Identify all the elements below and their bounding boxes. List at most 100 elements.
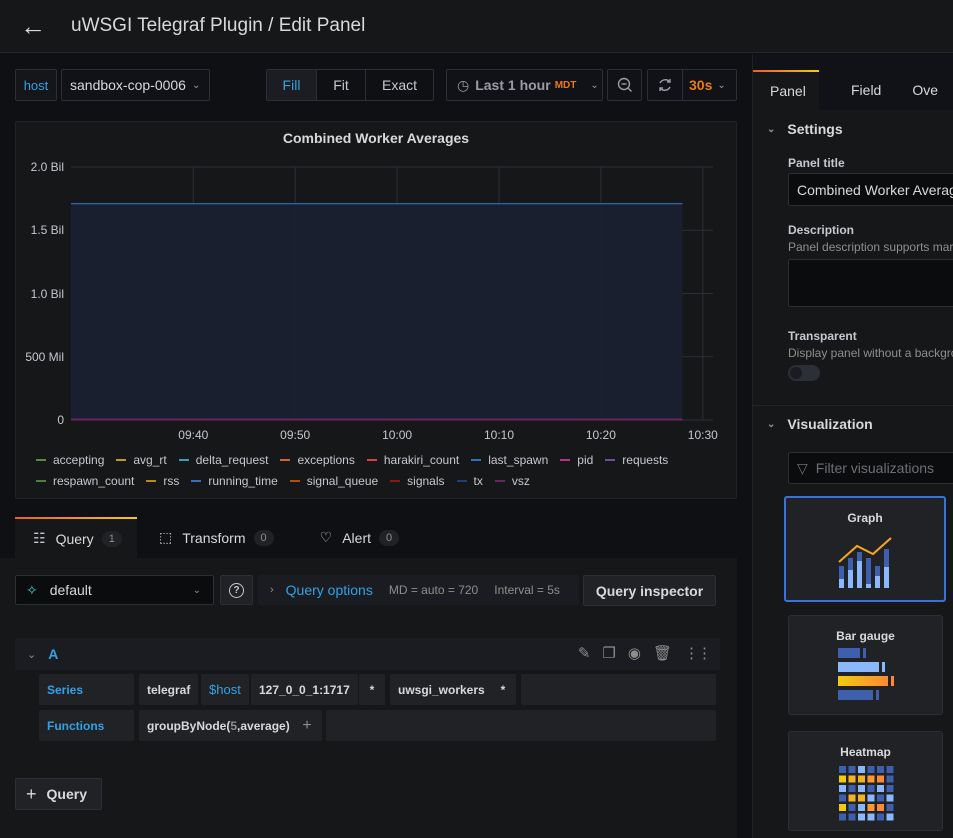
x-tick-label: 10:30 [687, 428, 718, 442]
filter-visualizations-input[interactable]: ▽ Filter visualizations [788, 452, 953, 484]
datasource-picker[interactable]: ✧ default ⌄ [15, 575, 214, 605]
legend-item-exceptions[interactable]: exceptions [280, 453, 355, 467]
chevron-down-icon: ⌄ [191, 79, 201, 91]
legend-label: running_time [208, 474, 278, 488]
description-textarea[interactable] [788, 259, 953, 307]
heatmap-cell [886, 785, 893, 792]
filter-placeholder: Filter visualizations [815, 460, 935, 476]
heatmap-cell [876, 813, 884, 821]
query-inspector-button[interactable]: Query inspector [583, 575, 716, 606]
variable-select[interactable]: sandbox-cop-0006 ⌄ [61, 69, 210, 101]
view-mode-fill[interactable]: Fill [267, 70, 317, 100]
heatmap-cell [867, 804, 874, 811]
legend-swatch [146, 480, 157, 482]
legend-label: requests [622, 453, 669, 467]
series-label: Series [39, 674, 134, 705]
legend-item-signals[interactable]: signals [390, 474, 445, 488]
function-rest: ,average) [237, 718, 290, 733]
series-segment[interactable]: uwsgi_workers [390, 674, 493, 705]
settings-section-header[interactable]: ⌄ Settings [767, 121, 843, 137]
legend-item-signal_queue[interactable]: signal_queue [289, 474, 379, 488]
heatmap-cell [848, 813, 855, 821]
trash-icon[interactable]: 🗑 [653, 644, 672, 662]
variable-value: sandbox-cop-0006 [70, 77, 186, 93]
x-tick-label: 10:20 [585, 428, 616, 442]
legend-item-tx[interactable]: tx [456, 474, 483, 488]
legend-item-rss[interactable]: rss [146, 474, 179, 488]
legend-item-respawn_count[interactable]: respawn_count [36, 474, 134, 488]
panel-title-input[interactable]: Combined Worker Averages [788, 173, 953, 206]
drag-handle-icon[interactable]: ⋮⋮ [684, 644, 712, 662]
time-picker[interactable]: ◷ Last 1 hour MDT ⌄ [446, 69, 603, 101]
refresh-interval[interactable]: 30s [683, 77, 712, 93]
legend-item-harakiri_count[interactable]: harakiri_count [366, 453, 459, 467]
options-tabs: Panel Field Ove [753, 70, 953, 110]
viz-heatmap[interactable]: Heatmap [788, 731, 943, 831]
copy-icon[interactable]: ❐ [602, 644, 615, 662]
y-tick-label: 2.0 Bil [30, 160, 64, 174]
legend-label: signal_queue [306, 474, 379, 488]
eye-icon[interactable]: ◉ [628, 644, 641, 662]
legend-item-avg_rt[interactable]: avg_rt [116, 453, 167, 467]
function-name: groupByNode( [147, 718, 231, 733]
filter-icon: ▽ [797, 459, 808, 476]
tab-alert[interactable]: ♡ Alert 0 [302, 517, 417, 558]
legend-item-last_spawn[interactable]: last_spawn [471, 453, 548, 467]
legend-item-vsz[interactable]: vsz [494, 474, 530, 488]
add-segment[interactable] [521, 674, 716, 705]
function-chip[interactable]: groupByNode(5 ,average) [139, 710, 298, 741]
visualization-section-header[interactable]: ⌄ Visualization [767, 416, 873, 432]
add-function-button[interactable]: + [292, 710, 322, 741]
legend-swatch [116, 459, 127, 461]
legend-label: last_spawn [488, 453, 549, 467]
heatmap-cell [876, 794, 884, 802]
legend-item-pid[interactable]: pid [560, 453, 593, 467]
chevron-right-icon: › [270, 584, 274, 596]
y-tick-label: 0 [57, 413, 64, 427]
view-mode-group: Fill Fit Exact [266, 69, 434, 101]
heatmap-cell [867, 785, 874, 792]
tab-query[interactable]: ☷ Query 1 [15, 517, 137, 558]
help-button[interactable]: ? [220, 575, 253, 605]
series-area-last_spawn [71, 203, 683, 420]
legend-item-requests[interactable]: requests [605, 453, 668, 467]
function-empty [326, 710, 716, 741]
transparent-toggle[interactable] [788, 365, 820, 381]
tab-count: 0 [253, 529, 274, 546]
series-segment[interactable]: $host [201, 674, 249, 705]
refresh-button[interactable] [648, 70, 683, 100]
heatmap-cell [886, 804, 893, 811]
query-options[interactable]: › Query options MD = auto = 720 Interval… [258, 575, 579, 605]
heatmap-cell [838, 804, 846, 811]
heatmap-cell [848, 775, 855, 783]
query-tabs: ☷ Query 1 ⬚ Transform 0 ♡ Alert 0 [15, 517, 417, 558]
series-segment[interactable]: 127_0_0_1:1717 [251, 674, 358, 705]
query-row-header[interactable]: ⌄ A ✎ ❐ ◉ 🗑 ⋮⋮ [15, 638, 720, 670]
tab-panel[interactable]: Panel [753, 70, 819, 110]
arrow-left-icon[interactable]: ← [20, 12, 48, 40]
datasource-name: default [49, 582, 92, 598]
heatmap-cell [848, 785, 855, 792]
pencil-icon[interactable]: ✎ [578, 644, 591, 662]
series-segment[interactable]: * [359, 674, 385, 705]
function-arg[interactable]: 5 [230, 719, 237, 733]
add-query-label: Query [46, 786, 87, 802]
zoom-out-button[interactable] [607, 69, 642, 101]
viz-bar-gauge[interactable]: Bar gauge [788, 615, 943, 715]
tab-overrides[interactable]: Ove [898, 70, 953, 110]
heatmap-cell [867, 813, 874, 821]
tab-transform[interactable]: ⬚ Transform 0 [141, 517, 292, 558]
view-mode-exact[interactable]: Exact [366, 70, 433, 100]
legend-item-running_time[interactable]: running_time [191, 474, 278, 488]
tab-field[interactable]: Field [819, 70, 898, 110]
view-mode-fit[interactable]: Fit [317, 70, 366, 100]
add-query-button[interactable]: + Query [15, 778, 102, 810]
legend-label: signals [407, 474, 445, 488]
visualization-title: Visualization [787, 416, 873, 432]
viz-graph[interactable]: Graph [784, 496, 946, 602]
legend-item-delta_request[interactable]: delta_request [178, 453, 268, 467]
chevron-down-icon[interactable]: ⌄ [27, 648, 36, 661]
series-segment[interactable]: * [490, 674, 516, 705]
series-segment[interactable]: telegraf [139, 674, 199, 705]
legend-item-accepting[interactable]: accepting [36, 453, 104, 467]
